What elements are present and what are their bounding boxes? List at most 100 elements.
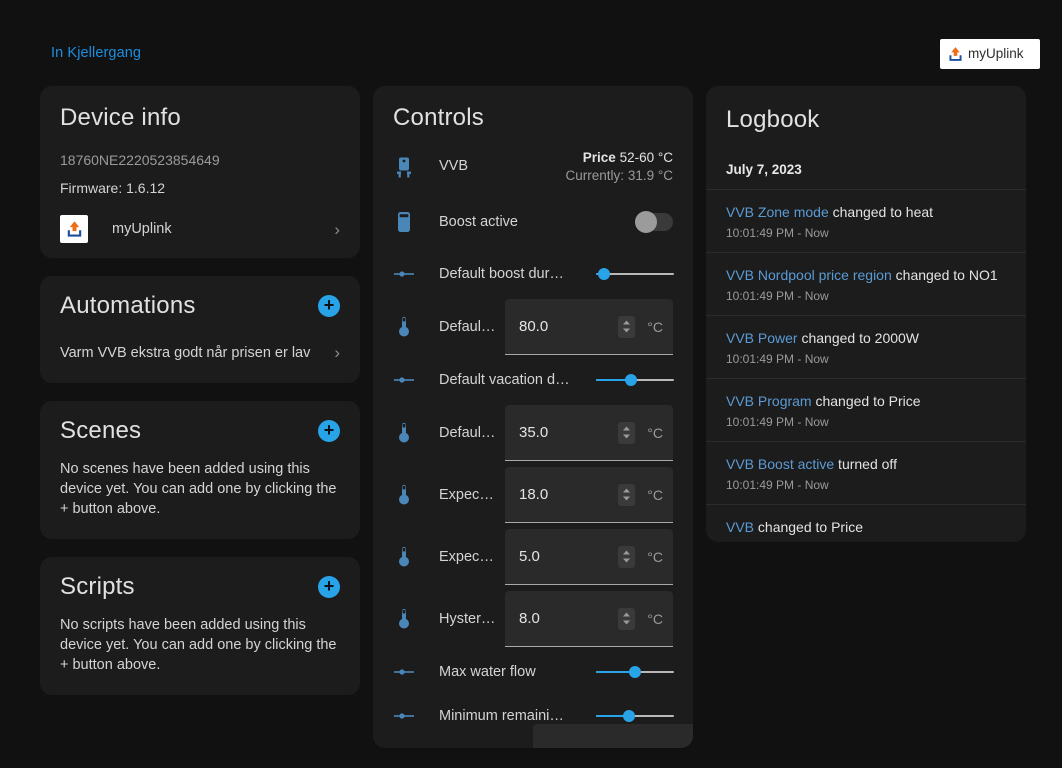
logbook-entry-text: VVB Nordpool price region changed to NO1 bbox=[726, 266, 1006, 284]
logbook-entry-time: 10:01:49 PM - Now bbox=[726, 289, 829, 303]
number-stepper-6[interactable] bbox=[618, 607, 636, 630]
number-value-3[interactable]: 35.0 bbox=[519, 424, 618, 441]
logbook-entry: VVB Boost active turned off 10:01:49 PM -… bbox=[706, 442, 1026, 505]
vvb-price-value: 52-60 °C bbox=[619, 150, 673, 165]
add-script-button[interactable]: + bbox=[318, 576, 340, 598]
slider-icon bbox=[393, 666, 415, 678]
logbook-entry-text: VVB Power changed to 2000W bbox=[726, 329, 1006, 347]
control-row-slider-2: Default vacation d… bbox=[393, 360, 674, 400]
number-stepper-3[interactable] bbox=[618, 421, 636, 444]
control-row-number-6: Hystere… 8.0 °C bbox=[393, 590, 673, 648]
logbook-entry-time: 10:01:49 PM - Now bbox=[726, 541, 1006, 542]
logbook-entity-link[interactable]: VVB Program bbox=[726, 393, 812, 409]
vvb-price: Price 52-60 °C bbox=[566, 150, 673, 165]
slider-thumb[interactable] bbox=[623, 710, 636, 722]
control-label-6: Hystere… bbox=[439, 611, 497, 627]
logbook-entity-link[interactable]: VVB Power bbox=[726, 330, 798, 346]
number-field-5[interactable]: 5.0 °C bbox=[505, 529, 673, 585]
slider-8[interactable] bbox=[595, 707, 674, 725]
slider-thumb[interactable] bbox=[597, 268, 610, 280]
automations-header: Automations + bbox=[40, 276, 360, 324]
control-row-number-3: Default … 35.0 °C bbox=[393, 404, 673, 462]
clipped-number-field[interactable] bbox=[533, 724, 693, 748]
logbook-entity-link[interactable]: VVB bbox=[726, 519, 754, 535]
middle-column: Controls VVB Price 52-60 °C Currently: 3… bbox=[373, 86, 693, 766]
number-unit-3: °C bbox=[647, 424, 663, 441]
vvb-current-temp: Currently: 31.9 °C bbox=[565, 168, 673, 183]
add-scene-button[interactable]: + bbox=[318, 420, 340, 442]
control-row-slider-7: Max water flow bbox=[393, 652, 674, 692]
number-field-4[interactable]: 18.0 °C bbox=[505, 467, 673, 523]
logbook-entry-time: 10:01:49 PM - Now bbox=[726, 478, 829, 492]
number-field-3[interactable]: 35.0 °C bbox=[505, 405, 673, 461]
logbook-entity-link[interactable]: VVB Boost active bbox=[726, 456, 834, 472]
device-serial: 18760NE2220523854649 bbox=[60, 152, 220, 168]
slider-2[interactable] bbox=[595, 371, 674, 389]
number-stepper-5[interactable] bbox=[618, 545, 636, 568]
number-value-5[interactable]: 5.0 bbox=[519, 548, 618, 565]
automations-title: Automations bbox=[60, 292, 196, 319]
number-field-1[interactable]: 80.0 °C bbox=[505, 299, 673, 355]
number-value-6[interactable]: 8.0 bbox=[519, 610, 618, 627]
number-unit-4: °C bbox=[647, 486, 663, 503]
control-label-vvb: VVB bbox=[439, 158, 469, 174]
logbook-entry-action: changed to Price bbox=[811, 393, 921, 409]
slider-7[interactable] bbox=[595, 663, 674, 681]
logbook-entry: VVB Program changed to Price 10:01:49 PM … bbox=[706, 379, 1026, 442]
number-stepper-4[interactable] bbox=[618, 483, 636, 506]
number-value-4[interactable]: 18.0 bbox=[519, 486, 618, 503]
logbook-card: Logbook July 7, 2023 VVB Zone mode chang… bbox=[706, 86, 1026, 542]
scenes-card: Scenes + No scenes have been added using… bbox=[40, 401, 360, 539]
thermometer-icon bbox=[393, 484, 415, 506]
device-myuplink-link[interactable]: myUplink › bbox=[60, 214, 340, 244]
control-label-5: Expecte… bbox=[439, 549, 497, 565]
number-field-6[interactable]: 8.0 °C bbox=[505, 591, 673, 647]
water-boiler-icon bbox=[393, 211, 415, 233]
water-heater-icon bbox=[393, 157, 415, 179]
number-unit-1: °C bbox=[647, 318, 663, 335]
control-row-boost-active: Boost active bbox=[393, 200, 673, 244]
logbook-entry-text: VVB changed to Price bbox=[726, 518, 1006, 536]
myuplink-badge[interactable]: myUplink bbox=[940, 39, 1040, 69]
logbook-entry-action: changed to 2000W bbox=[797, 330, 920, 346]
logbook-entry: VVB Power changed to 2000W 10:01:49 PM - … bbox=[706, 316, 1026, 379]
automation-list-item[interactable]: Varm VVB ekstra godt når prisen er lav › bbox=[40, 324, 360, 383]
breadcrumb[interactable]: In Kjellergang bbox=[51, 45, 141, 61]
boost-active-toggle[interactable] bbox=[635, 211, 673, 233]
logbook-entry-action: changed to heat bbox=[828, 204, 934, 220]
slider-icon bbox=[393, 710, 415, 722]
automation-label: Varm VVB ekstra godt når prisen er lav bbox=[60, 344, 311, 361]
control-label-0: Default boost dur… bbox=[439, 266, 564, 282]
logbook-entry: VVB Zone mode changed to heat 10:01:49 PM… bbox=[706, 190, 1026, 253]
control-rows: Default boost dur…Default …80.0°CDefault… bbox=[393, 254, 674, 736]
logbook-entry-action: changed to Price bbox=[754, 519, 863, 535]
slider-0[interactable] bbox=[595, 265, 674, 283]
logbook-entity-link[interactable]: VVB Nordpool price region bbox=[726, 267, 892, 283]
vvb-state[interactable]: Price 52-60 °C Currently: 31.9 °C bbox=[566, 150, 673, 183]
controls-title: Controls bbox=[393, 104, 484, 131]
controls-card: Controls VVB Price 52-60 °C Currently: 3… bbox=[373, 86, 693, 748]
automations-card: Automations + Varm VVB ekstra godt når p… bbox=[40, 276, 360, 383]
add-automation-button[interactable]: + bbox=[318, 295, 340, 317]
logbook-entry-text: VVB Program changed to Price bbox=[726, 392, 1006, 410]
slider-thumb[interactable] bbox=[628, 666, 641, 678]
slider-icon bbox=[393, 374, 415, 386]
chevron-right-icon: › bbox=[334, 343, 340, 362]
number-stepper-1[interactable] bbox=[618, 315, 636, 338]
logbook-entry: VVB changed to Price 10:01:49 PM - Now bbox=[706, 505, 1026, 542]
number-value-1[interactable]: 80.0 bbox=[519, 318, 618, 335]
thermometer-icon bbox=[393, 608, 415, 630]
control-row-number-5: Expecte… 5.0 °C bbox=[393, 528, 673, 586]
left-column: Device info 18760NE2220523854649 Firmwar… bbox=[40, 86, 360, 713]
right-column: Logbook July 7, 2023 VVB Zone mode chang… bbox=[706, 86, 1026, 560]
slider-thumb[interactable] bbox=[624, 374, 637, 386]
thermometer-icon bbox=[393, 316, 415, 338]
logbook-entry: VVB Nordpool price region changed to NO1… bbox=[706, 253, 1026, 316]
slider-icon bbox=[393, 268, 415, 280]
logbook-entry-text: VVB Boost active turned off bbox=[726, 455, 1006, 473]
myuplink-badge-label: myUplink bbox=[968, 46, 1024, 62]
control-row-number-4: Expecte… 18.0 °C bbox=[393, 466, 673, 524]
logbook-entity-link[interactable]: VVB Zone mode bbox=[726, 204, 829, 220]
control-label-2: Default vacation d… bbox=[439, 372, 570, 388]
control-row-slider-0: Default boost dur… bbox=[393, 254, 674, 294]
